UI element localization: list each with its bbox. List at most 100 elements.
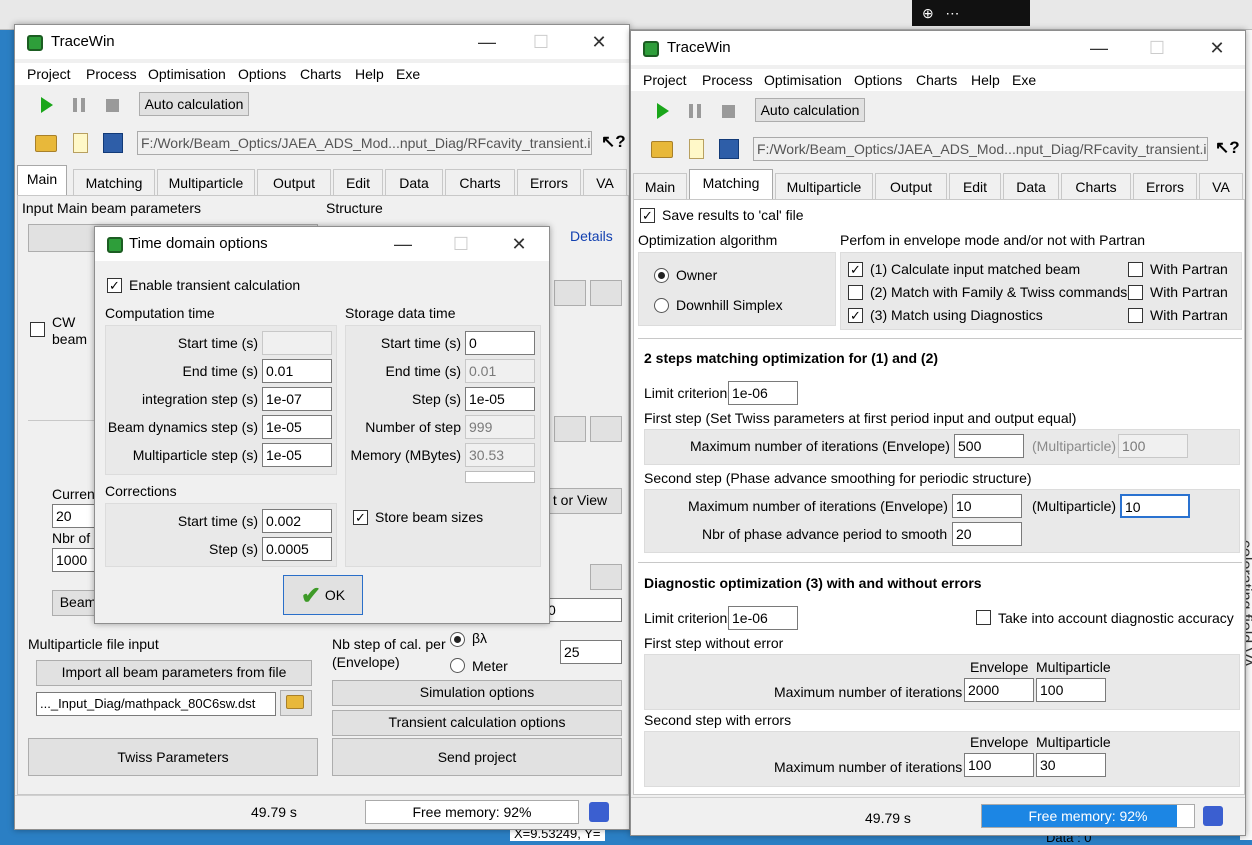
menu-optimisation[interactable]: Optimisation	[764, 72, 842, 88]
tab-matching[interactable]: Matching	[73, 169, 155, 195]
take-into-account-checkbox[interactable]	[976, 610, 991, 625]
menu-process[interactable]: Process	[86, 66, 137, 82]
close-button[interactable]: ✕	[1195, 31, 1239, 65]
folder-browse-button[interactable]	[590, 564, 622, 590]
store-beam-sizes-checkbox[interactable]: ✓	[353, 510, 368, 525]
diag1-mp-field[interactable]: 100	[1036, 678, 1106, 702]
first-env-field[interactable]: 500	[954, 434, 1024, 458]
tab-charts[interactable]: Charts	[445, 169, 515, 195]
pause-icon[interactable]	[73, 98, 85, 112]
second-mp-field[interactable]: 10	[1120, 494, 1190, 518]
new-file-icon[interactable]	[689, 139, 704, 159]
menu-exe[interactable]: Exe	[1012, 72, 1036, 88]
transient-calculation-options-button[interactable]: Transient calculation options	[332, 710, 622, 736]
multiparticle-step-field[interactable]: 1e-05	[262, 443, 332, 467]
import-beam-parameters-button[interactable]: Import all beam parameters from file	[36, 660, 312, 686]
maximize-button[interactable]: ☐	[1135, 31, 1179, 65]
structure-icon-button-2[interactable]	[590, 280, 622, 306]
minimize-button[interactable]: —	[465, 25, 509, 59]
enable-transient-checkbox[interactable]: ✓	[107, 278, 122, 293]
maximize-button[interactable]: ☐	[439, 227, 483, 261]
auto-calculation-button[interactable]: Auto calculation	[139, 92, 249, 116]
edit-or-view-button[interactable]: t or View	[538, 488, 622, 514]
stop-icon[interactable]	[722, 105, 735, 118]
nbr-phase-advance-field[interactable]: 20	[952, 522, 1022, 546]
option-3-partran-checkbox[interactable]	[1128, 308, 1143, 323]
comp-start-time-field[interactable]	[262, 331, 332, 355]
tab-errors[interactable]: Errors	[1133, 173, 1197, 199]
help-pointer-icon[interactable]: ↖?	[1215, 138, 1240, 158]
menu-charts[interactable]: Charts	[916, 72, 957, 88]
dst-file-field[interactable]: ..._Input_Diag/mathpack_80C6sw.dst	[36, 692, 276, 716]
option-3-checkbox[interactable]: ✓	[848, 308, 863, 323]
menu-charts[interactable]: Charts	[300, 66, 341, 82]
nb-step-field[interactable]: 25	[560, 640, 622, 664]
close-button[interactable]: ✕	[577, 25, 621, 59]
tab-data[interactable]: Data	[1003, 173, 1059, 199]
diag2-mp-field[interactable]: 30	[1036, 753, 1106, 777]
save-results-checkbox[interactable]: ✓	[640, 208, 655, 223]
menu-process[interactable]: Process	[702, 72, 753, 88]
menu-exe[interactable]: Exe	[396, 66, 420, 82]
twiss-parameters-button[interactable]: Twiss Parameters	[28, 738, 318, 776]
stop-icon[interactable]	[106, 99, 119, 112]
save-icon[interactable]	[103, 133, 123, 153]
send-project-button[interactable]: Send project	[332, 738, 622, 776]
tab-main[interactable]: Main	[633, 173, 687, 199]
help-pointer-icon[interactable]: ↖?	[601, 132, 626, 152]
ok-button[interactable]: ✔ OK	[283, 575, 363, 615]
tab-va[interactable]: VA	[583, 169, 627, 195]
menu-project[interactable]: Project	[27, 66, 71, 82]
tab-multiparticle[interactable]: Multiparticle	[775, 173, 873, 199]
diag1-env-field[interactable]: 2000	[964, 678, 1034, 702]
partial-field[interactable]: 0	[544, 598, 622, 622]
cw-beam-checkbox[interactable]	[30, 322, 45, 337]
menu-project[interactable]: Project	[643, 72, 687, 88]
details-link[interactable]: Details	[570, 228, 613, 244]
tab-errors[interactable]: Errors	[517, 169, 581, 195]
tab-edit[interactable]: Edit	[949, 173, 1001, 199]
diag2-env-field[interactable]: 100	[964, 753, 1034, 777]
minimize-button[interactable]: —	[381, 227, 425, 261]
structure-icon-button-3[interactable]	[554, 416, 586, 442]
corr-step-field[interactable]: 0.0005	[262, 537, 332, 561]
simulation-options-button[interactable]: Simulation options	[332, 680, 622, 706]
tab-charts[interactable]: Charts	[1061, 173, 1131, 199]
radio-meter[interactable]	[450, 658, 465, 673]
project-path-field[interactable]: F:/Work/Beam_Optics/JAEA_ADS_Mod...nput_…	[137, 131, 592, 155]
play-icon[interactable]	[657, 103, 669, 119]
tab-output[interactable]: Output	[875, 173, 947, 199]
option-2-partran-checkbox[interactable]	[1128, 285, 1143, 300]
storage-end-time-field[interactable]: 0.01	[465, 359, 535, 383]
pause-icon[interactable]	[689, 104, 701, 118]
radio-beta-lambda[interactable]	[450, 632, 465, 647]
tab-edit[interactable]: Edit	[333, 169, 383, 195]
maximize-button[interactable]: ☐	[519, 25, 563, 59]
menu-options[interactable]: Options	[238, 66, 286, 82]
close-button[interactable]: ✕	[497, 227, 541, 261]
play-icon[interactable]	[41, 97, 53, 113]
beam-dynamics-step-field[interactable]: 1e-05	[262, 415, 332, 439]
tab-main[interactable]: Main	[17, 165, 67, 195]
comp-end-time-field[interactable]: 0.01	[262, 359, 332, 383]
save-icon[interactable]	[719, 139, 739, 159]
open-folder-icon[interactable]	[651, 141, 673, 158]
tab-data[interactable]: Data	[385, 169, 443, 195]
storage-start-time-field[interactable]: 0	[465, 331, 535, 355]
project-path-field[interactable]: F:/Work/Beam_Optics/JAEA_ADS_Mod...nput_…	[753, 137, 1208, 161]
corr-start-time-field[interactable]: 0.002	[262, 509, 332, 533]
new-file-icon[interactable]	[73, 133, 88, 153]
storage-step-field[interactable]: 1e-05	[465, 387, 535, 411]
radio-downhill-simplex[interactable]	[654, 298, 669, 313]
first-mp-field[interactable]: 100	[1118, 434, 1188, 458]
minimize-button[interactable]: —	[1077, 31, 1121, 65]
structure-icon-button-1[interactable]	[554, 280, 586, 306]
tab-multiparticle[interactable]: Multiparticle	[157, 169, 255, 195]
tab-output[interactable]: Output	[257, 169, 331, 195]
option-2-checkbox[interactable]	[848, 285, 863, 300]
limit-criterion-field[interactable]: 1e-06	[728, 381, 798, 405]
structure-icon-button-4[interactable]	[590, 416, 622, 442]
open-folder-icon[interactable]	[35, 135, 57, 152]
option-1-checkbox[interactable]: ✓	[848, 262, 863, 277]
menu-help[interactable]: Help	[971, 72, 1000, 88]
